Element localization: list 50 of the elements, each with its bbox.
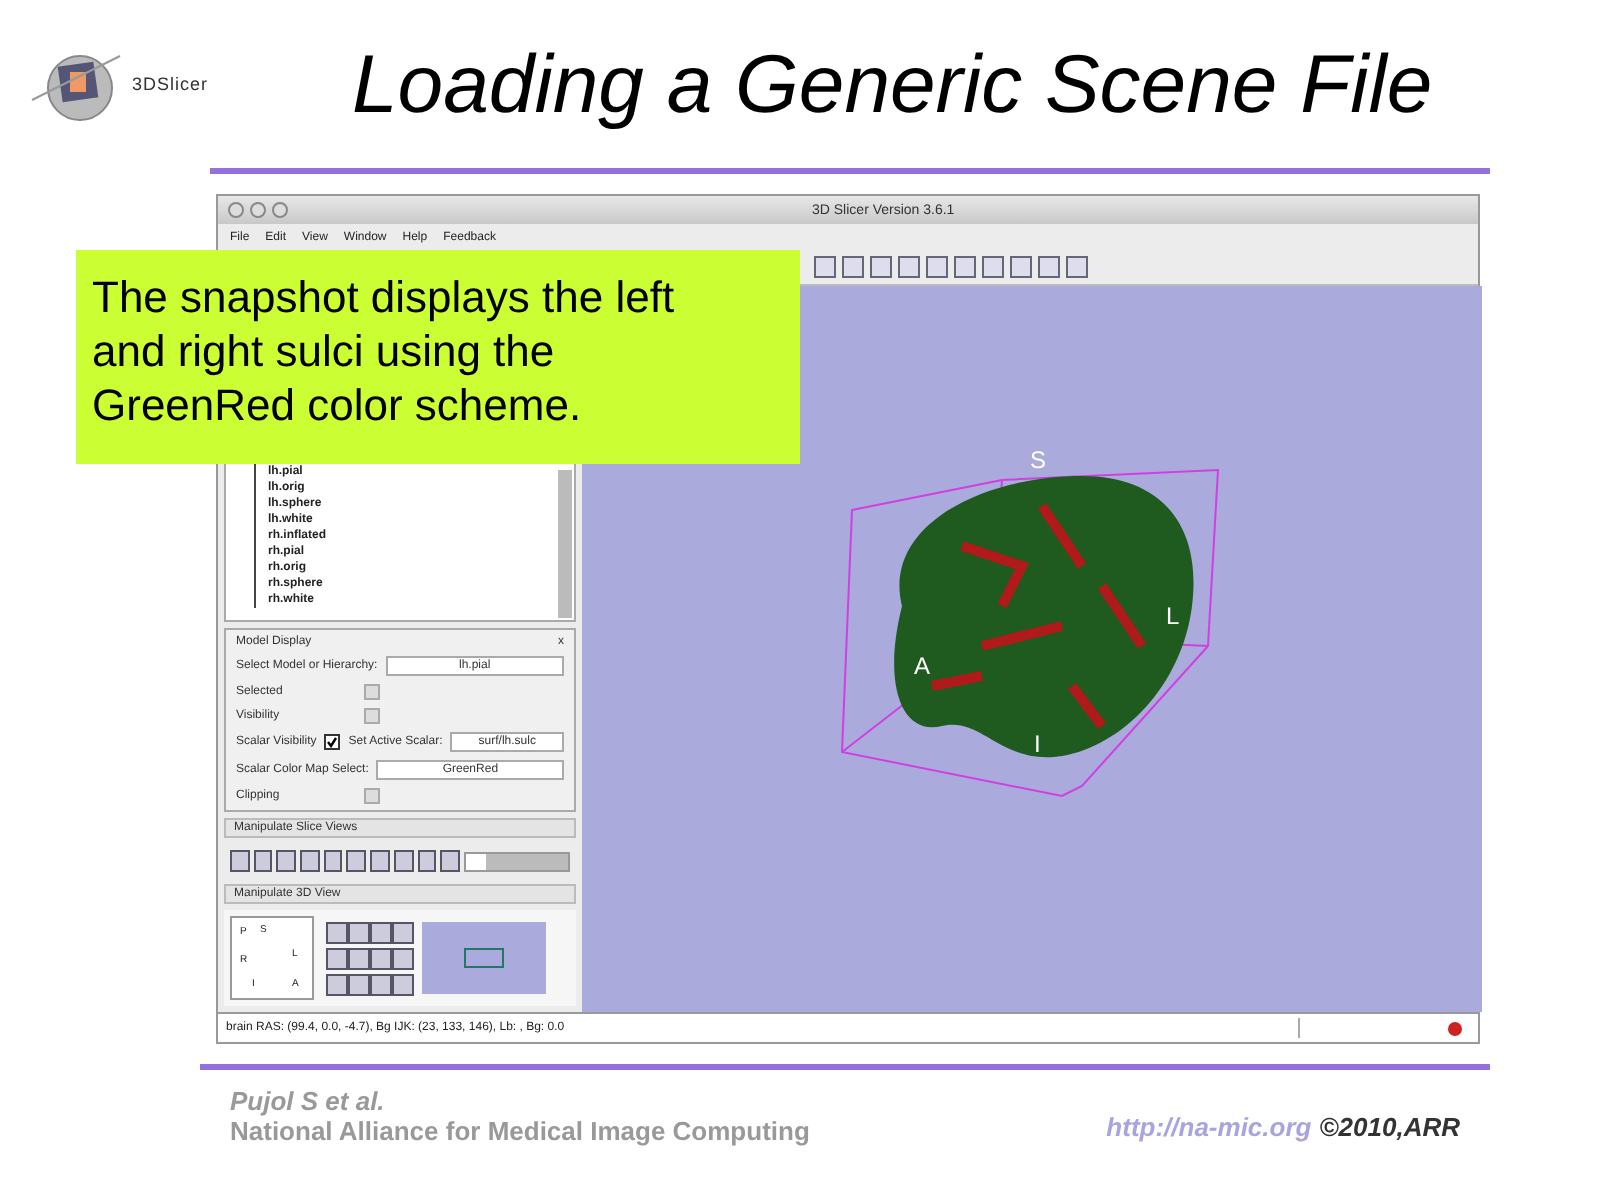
author-text: Pujol S et al. <box>230 1086 387 1116</box>
toolbar-icon[interactable] <box>1010 256 1032 278</box>
toolbar-icon[interactable] <box>1038 256 1060 278</box>
view-tool-icon[interactable] <box>326 947 348 969</box>
view-tool-icon[interactable] <box>348 973 370 995</box>
slice-tool-icon[interactable] <box>253 850 273 872</box>
view-tool-icon[interactable] <box>326 921 348 943</box>
view-tool-icon[interactable] <box>348 921 370 943</box>
view-tool-icon[interactable] <box>326 973 348 995</box>
slice-tool-icon[interactable] <box>300 850 320 872</box>
toolbar-icon[interactable] <box>926 256 948 278</box>
view-tool-icon[interactable] <box>348 947 370 969</box>
checkbox[interactable] <box>324 734 341 750</box>
slice-tool-icon[interactable] <box>370 850 390 872</box>
organization-text: National Alliance for Medical Image Computing <box>230 1116 810 1146</box>
view-thumbnail <box>422 922 546 994</box>
axis-label: S <box>1030 446 1047 474</box>
axis-label: I <box>1034 730 1041 758</box>
view-tool-icon[interactable] <box>370 921 392 943</box>
slice-tool-icon[interactable] <box>230 850 250 872</box>
slide-title: Loading a Generic Scene File <box>352 37 1433 131</box>
slice-tool-icon[interactable] <box>440 850 460 872</box>
view-tool-icon[interactable] <box>392 973 414 995</box>
checkbox[interactable] <box>364 708 380 724</box>
view-tool-icon[interactable] <box>392 921 414 943</box>
callout-text: The snapshot displays the left and right sulci using the GreenRed color scheme. <box>76 250 800 464</box>
scrollbar[interactable] <box>558 470 572 618</box>
slice-tool-icon[interactable] <box>276 850 297 872</box>
logo-text: 3DSlicer <box>132 74 209 94</box>
slice-tool-icon[interactable] <box>393 850 413 872</box>
view-tool-icon[interactable] <box>370 947 392 969</box>
toolbar-icon[interactable] <box>1066 256 1088 278</box>
checkbox[interactable] <box>364 684 380 700</box>
stop-icon[interactable] <box>1448 1021 1462 1035</box>
toolbar-icon[interactable] <box>954 256 976 278</box>
toolbar-icon[interactable] <box>842 256 864 278</box>
view-tool-icon[interactable] <box>392 947 414 969</box>
axis-label: L <box>1166 602 1180 630</box>
copyright-text: ©2010,ARR <box>1319 1112 1460 1142</box>
slice-tool-icon[interactable] <box>417 850 437 872</box>
toolbar-icon[interactable] <box>870 256 892 278</box>
view-tool-icon[interactable] <box>370 973 392 995</box>
toolbar-icon[interactable] <box>982 256 1004 278</box>
toolbar-icon[interactable] <box>814 256 836 278</box>
slice-slider[interactable] <box>465 853 487 869</box>
checkbox[interactable] <box>364 788 380 804</box>
toolbar-icon[interactable] <box>898 256 920 278</box>
axis-label: A <box>914 652 931 680</box>
slice-tool-icon[interactable] <box>323 850 343 872</box>
slice-tool-icon[interactable] <box>346 850 367 872</box>
